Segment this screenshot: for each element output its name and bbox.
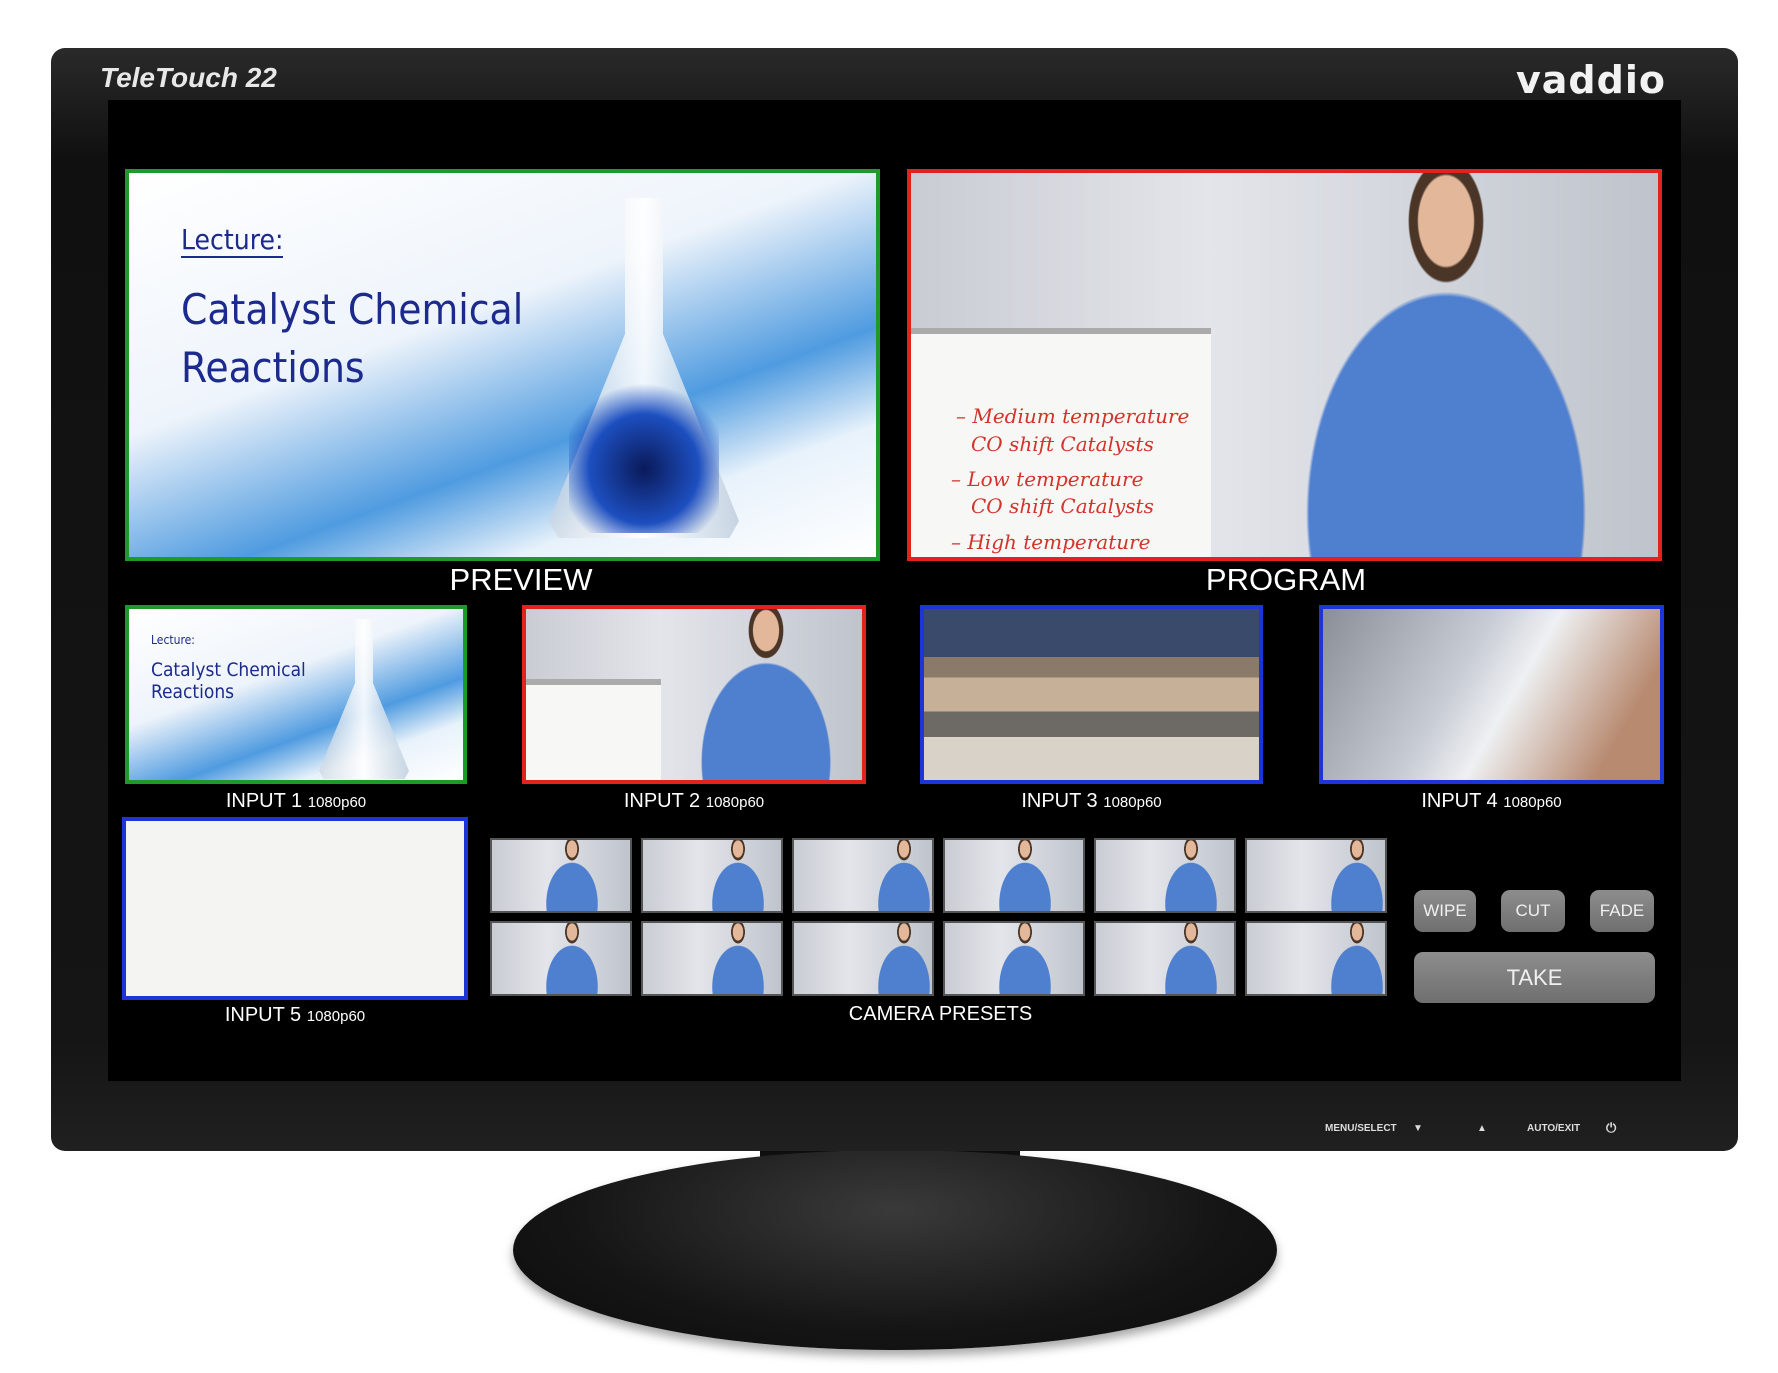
presenter-image: [698, 923, 778, 994]
slide-title-2: Reactions: [151, 681, 235, 703]
input-5-label: INPUT 5 1080p60: [224, 1004, 366, 1026]
whiteboard-line: CO shift Catalysts: [971, 432, 1154, 456]
presenter-image: [985, 840, 1065, 911]
camera-preset-5[interactable]: [1094, 838, 1236, 913]
camera-preset-3[interactable]: [792, 838, 934, 913]
camera-preset-11[interactable]: [1094, 921, 1236, 996]
whiteboard-line: – High temperature: [951, 530, 1151, 554]
power-icon[interactable]: ⏻: [1606, 1120, 1616, 1136]
program-monitor[interactable]: – Medium temperature CO shift Catalysts …: [907, 169, 1662, 561]
presenter-image: [1317, 840, 1385, 911]
fade-button[interactable]: FADE: [1590, 890, 1654, 932]
camera-presets-label: CAMERA PRESETS: [848, 1003, 1033, 1025]
program-label: PROGRAM: [1205, 562, 1367, 597]
down-button[interactable]: ▼: [1413, 1123, 1423, 1134]
presenter-image: [1151, 840, 1231, 911]
presenter-image: [666, 609, 862, 780]
wipe-button[interactable]: WIPE: [1414, 890, 1476, 932]
whiteboard-line: CO shift Catalysts: [971, 494, 1154, 518]
slide-heading: Lecture:: [181, 223, 284, 258]
presenter-image: [864, 923, 932, 994]
camera-preset-4[interactable]: [943, 838, 1085, 913]
whiteboard: [526, 679, 661, 780]
camera-preset-10[interactable]: [943, 921, 1085, 996]
presenter-image: [1151, 923, 1231, 994]
camera-preset-8[interactable]: [641, 921, 783, 996]
input-1-label: INPUT 1 1080p60: [225, 790, 367, 812]
camera-preset-9[interactable]: [792, 921, 934, 996]
flask-image: [319, 619, 409, 779]
menu-select-button[interactable]: MENU/SELECT: [1325, 1123, 1397, 1134]
input-3-label: INPUT 3 1080p60: [1021, 790, 1162, 812]
up-button[interactable]: ▲: [1477, 1123, 1487, 1134]
input-2-label: INPUT 2 1080p60: [623, 790, 765, 812]
slide-heading: Lecture:: [151, 633, 195, 647]
cut-button[interactable]: CUT: [1501, 890, 1565, 932]
slide-title-1: Catalyst Chemical: [151, 659, 306, 681]
presenter-image: [864, 840, 932, 911]
camera-preset-7[interactable]: [490, 921, 632, 996]
input-4-thumbnail[interactable]: [1319, 605, 1664, 784]
presenter-image: [532, 923, 612, 994]
input-2-thumbnail[interactable]: [522, 605, 866, 784]
slide-title-2: Reactions: [181, 343, 365, 392]
input-4-label: INPUT 4 1080p60: [1421, 790, 1562, 812]
presenter-image: [698, 840, 778, 911]
ink-image: [569, 373, 719, 533]
input-1-thumbnail[interactable]: Lecture: Catalyst Chemical Reactions: [125, 605, 467, 784]
whiteboard: – Medium temperature CO shift Catalysts …: [911, 328, 1211, 557]
input-3-thumbnail[interactable]: [920, 605, 1263, 784]
presenter-image: [1317, 923, 1385, 994]
presenter-image: [532, 840, 612, 911]
presenter-image: [985, 923, 1065, 994]
slide-title-1: Catalyst Chemical: [181, 285, 524, 334]
camera-preset-12[interactable]: [1245, 921, 1387, 996]
input-5-thumbnail[interactable]: [122, 817, 468, 1000]
whiteboard-line: – Medium temperature: [956, 404, 1190, 428]
presenter-image: [1231, 173, 1658, 557]
camera-preset-6[interactable]: [1245, 838, 1387, 913]
monitor-stand-base: [513, 1150, 1277, 1350]
vaddio-logo: vaddio: [1516, 58, 1666, 102]
model-name: TeleTouch 22: [100, 62, 277, 93]
auto-exit-button[interactable]: AUTO/EXIT: [1527, 1123, 1580, 1134]
camera-preset-2[interactable]: [641, 838, 783, 913]
take-button[interactable]: TAKE: [1414, 952, 1655, 1003]
whiteboard-line: – Low temperature: [951, 467, 1144, 491]
camera-preset-1[interactable]: [490, 838, 632, 913]
preview-monitor[interactable]: Lecture: Catalyst Chemical Reactions: [125, 169, 880, 561]
preview-label: PREVIEW: [449, 562, 593, 597]
